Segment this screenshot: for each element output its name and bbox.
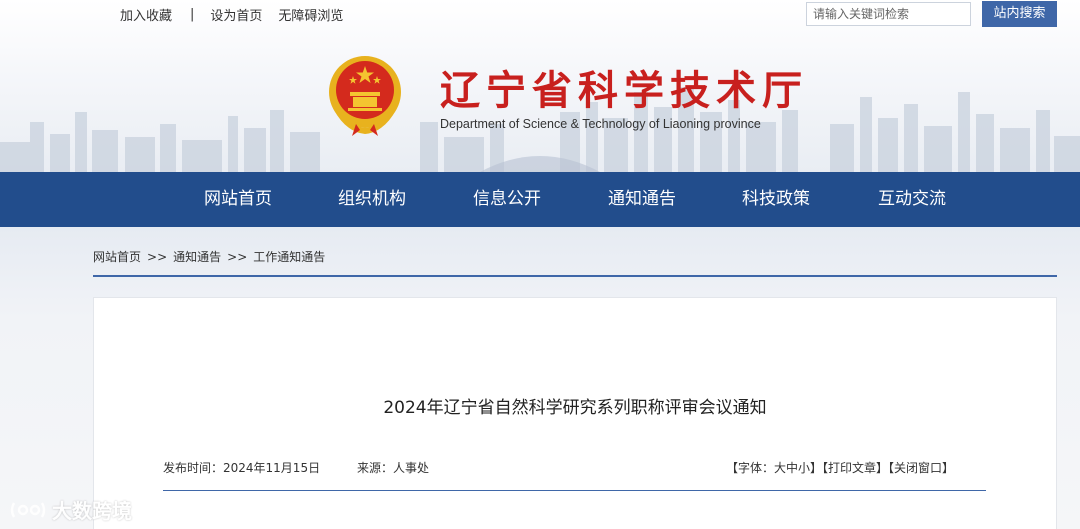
watermark: 大数跨境 (8, 495, 132, 524)
font-size-control[interactable]: 【字体：大中小】 (726, 461, 822, 475)
search-input[interactable]: 请输入关键词检索 (806, 2, 971, 26)
site-title: 辽宁省科学技术厅 (440, 68, 808, 114)
site-search-button[interactable]: 站内搜索 (982, 1, 1057, 27)
nav-item-notices[interactable]: 通知通告 (608, 172, 676, 227)
print-article-link[interactable]: 【打印文章】 (822, 461, 888, 475)
nav-item-policies[interactable]: 科技政策 (742, 172, 810, 227)
top-links-separator: | (190, 6, 195, 22)
breadcrumb-arrow: >> (227, 250, 248, 264)
main-nav: 网站首页 组织机构 信息公开 通知通告 科技政策 互动交流 (0, 172, 1080, 227)
nav-item-organization[interactable]: 组织机构 (338, 172, 406, 227)
set-homepage-link[interactable]: 设为首页 (210, 5, 262, 24)
meta-divider (163, 490, 986, 491)
breadcrumb-divider (93, 275, 1057, 277)
watermark-text: 大数跨境 (52, 499, 132, 523)
site-subtitle: Department of Science & Technology of Li… (440, 117, 761, 131)
nav-item-home[interactable]: 网站首页 (204, 172, 272, 227)
accessible-browsing-link[interactable]: 无障碍浏览 (278, 5, 343, 24)
breadcrumb-work-notices[interactable]: 工作通知通告 (253, 250, 325, 264)
nav-item-interaction[interactable]: 互动交流 (878, 172, 946, 227)
publish-time: 发布时间：2024年11月15日 (163, 461, 321, 475)
breadcrumb-home[interactable]: 网站首页 (93, 250, 141, 264)
close-window-link[interactable]: 【关闭窗口】 (888, 461, 954, 475)
breadcrumb-arrow: >> (147, 250, 168, 264)
breadcrumb: 网站首页 >> 通知通告 >> 工作通知通告 (93, 248, 325, 265)
article-source: 来源：人事处 (357, 461, 430, 475)
top-links: 加入收藏 | 设为首页 无障碍浏览 (120, 5, 343, 24)
article-tools: 【字体：大中小】【打印文章】【关闭窗口】 (726, 459, 954, 476)
breadcrumb-notices[interactable]: 通知通告 (173, 250, 221, 264)
site-header: 加入收藏 | 设为首页 无障碍浏览 请输入关键词检索 站内搜索 辽宁省科学技术厅… (0, 0, 1080, 172)
national-emblem-icon (329, 56, 401, 136)
nav-item-information[interactable]: 信息公开 (473, 172, 541, 227)
article-title: 2024年辽宁省自然科学研究系列职称评审会议通知 (383, 398, 767, 418)
add-favorite-link[interactable]: 加入收藏 (120, 5, 172, 24)
watermark-logo-icon (10, 501, 46, 518)
